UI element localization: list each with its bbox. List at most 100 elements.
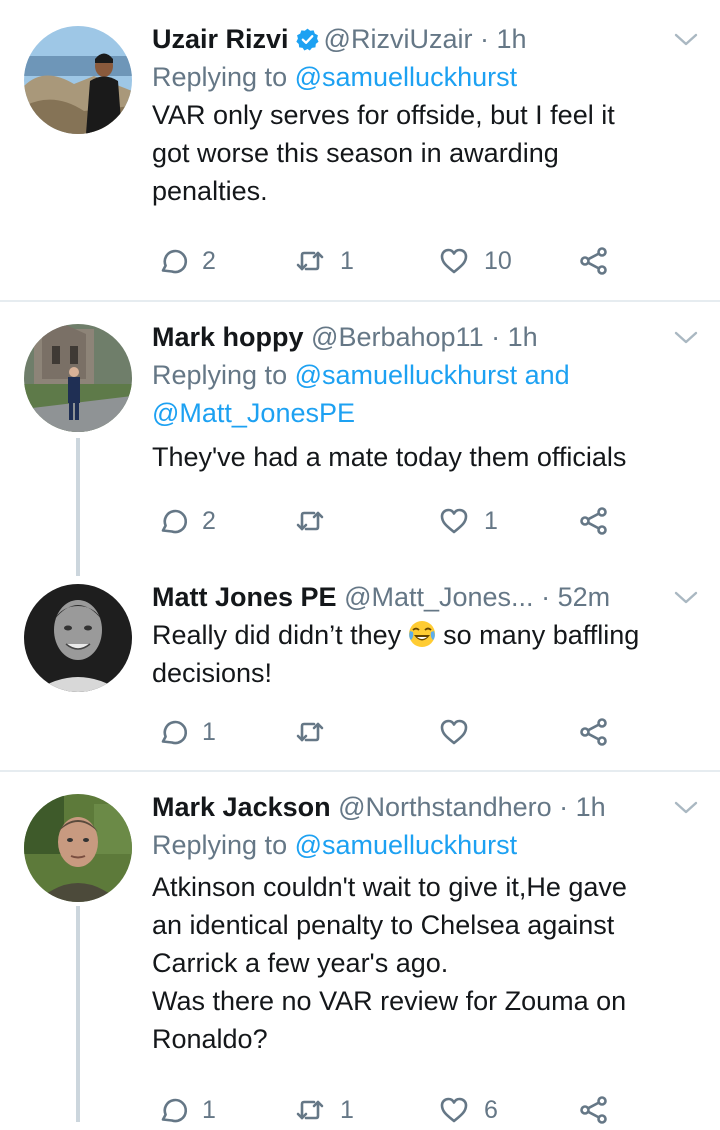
tweet-text-line: VAR only serves for offside, but I feel … — [152, 100, 615, 130]
avatar[interactable] — [24, 324, 132, 432]
tweet-text: They've had a mate today them officials — [152, 438, 700, 476]
tweet-text-line: an identical penalty to Chelsea against — [152, 910, 615, 940]
author-name[interactable]: Mark Jackson — [152, 792, 331, 822]
reply-icon — [156, 505, 188, 537]
retweet-icon — [294, 1094, 326, 1126]
mention-link[interactable]: @samuelluckhurst and — [295, 360, 570, 390]
heart-icon — [438, 505, 470, 537]
share-icon — [578, 505, 610, 537]
reply-count: 2 — [202, 506, 216, 535]
avatar[interactable] — [24, 794, 132, 902]
avatar[interactable] — [24, 26, 132, 134]
text-segment: so many baffling — [443, 620, 640, 650]
author-handle[interactable]: @Northstandhero — [338, 792, 552, 822]
retweet-button[interactable] — [294, 501, 340, 541]
separator-dot: · — [483, 322, 508, 352]
mention-link[interactable]: @samuelluckhurst — [295, 830, 518, 860]
chevron-down-icon[interactable] — [672, 584, 700, 612]
like-button[interactable]: 10 — [438, 241, 512, 281]
reply-button[interactable]: 1 — [156, 712, 216, 752]
tweet-actions: 2 1 — [152, 501, 622, 541]
author-name[interactable]: Matt Jones PE — [152, 582, 337, 612]
reply-icon — [156, 1094, 188, 1126]
reply-count: 1 — [202, 1095, 216, 1124]
retweet-button[interactable] — [294, 712, 340, 752]
tweet-actions: 2 1 10 — [152, 241, 622, 281]
tweet-text-line: They've had a mate today them officials — [152, 442, 627, 472]
tweet-text-line: got worse this season in awarding — [152, 138, 559, 168]
replying-prefix: Replying to — [152, 62, 288, 92]
replying-prefix: Replying to — [152, 830, 288, 860]
tweet-text: Really did didn’t they so many baffling d… — [152, 616, 700, 692]
reply-button[interactable]: 2 — [156, 241, 216, 281]
replying-to: Replying to @samuelluckhurst and — [152, 356, 700, 394]
separator-dot: · — [551, 792, 576, 822]
share-button[interactable] — [578, 1090, 610, 1130]
reply-count: 1 — [202, 717, 216, 746]
replying-to: Replying to @samuelluckhurst — [152, 826, 700, 864]
replying-to-continued: @Matt_JonesPE — [152, 394, 700, 432]
tweet-text-line: Atkinson couldn't wait to give it,He gav… — [152, 872, 627, 902]
share-button[interactable] — [578, 241, 610, 281]
like-button[interactable]: 1 — [438, 501, 498, 541]
share-icon — [578, 245, 610, 277]
tweet-text: Atkinson couldn't wait to give it,He gav… — [152, 868, 700, 1058]
replying-to: Replying to @samuelluckhurst — [152, 58, 700, 96]
chevron-down-icon[interactable] — [672, 26, 700, 54]
retweet-count: 1 — [340, 246, 354, 275]
mention-link[interactable]: @Matt_JonesPE — [152, 398, 355, 428]
like-button[interactable] — [438, 712, 484, 752]
timestamp[interactable]: 1h — [576, 792, 606, 822]
retweet-button[interactable]: 1 — [294, 241, 354, 281]
author-name[interactable]: Mark hoppy — [152, 322, 304, 352]
verified-badge-icon — [295, 28, 319, 51]
tweet[interactable]: Mark hoppy @Berbahop11 · 1h Replying to … — [0, 302, 720, 566]
author-name[interactable]: Uzair Rizvi — [152, 24, 289, 54]
avatar[interactable] — [24, 584, 132, 692]
tweet[interactable]: Matt Jones PE @Matt_Jones... · 52m Reall… — [0, 566, 720, 770]
like-button[interactable]: 6 — [438, 1090, 498, 1130]
heart-icon — [438, 245, 470, 277]
share-button[interactable] — [578, 712, 610, 752]
replying-prefix: Replying to — [152, 360, 288, 390]
tweet-text-line: Carrick a few year's ago. — [152, 948, 449, 978]
reply-icon — [156, 716, 188, 748]
tweet-text-line: penalties. — [152, 176, 268, 206]
share-icon — [578, 1094, 610, 1126]
face-with-tears-of-joy-icon — [409, 621, 436, 647]
retweet-count: 1 — [340, 1095, 354, 1124]
like-count: 6 — [484, 1095, 498, 1124]
share-icon — [578, 716, 610, 748]
reply-button[interactable]: 1 — [156, 1090, 216, 1130]
share-button[interactable] — [578, 501, 610, 541]
reply-button[interactable]: 2 — [156, 501, 216, 541]
timestamp[interactable]: 1h — [496, 24, 526, 54]
tweet-actions: 1 1 6 — [152, 1090, 622, 1130]
text-segment: Really did didn’t they — [152, 620, 402, 650]
author-handle[interactable]: @RizviUzair — [324, 24, 473, 54]
tweet-text-line: decisions! — [152, 658, 273, 688]
retweet-button[interactable]: 1 — [294, 1090, 354, 1130]
tweet-actions: 1 — [152, 712, 622, 752]
tweet[interactable]: Uzair Rizvi @RizviUzair · 1h Replying to … — [0, 0, 720, 300]
chevron-down-icon[interactable] — [672, 324, 700, 352]
mention-link[interactable]: @samuelluckhurst — [295, 62, 518, 92]
author-handle[interactable]: @Berbahop11 — [311, 322, 484, 352]
reply-icon — [156, 245, 188, 277]
like-count: 10 — [484, 246, 512, 275]
tweet-text: VAR only serves for offside, but I feel … — [152, 96, 700, 210]
reply-count: 2 — [202, 246, 216, 275]
author-handle[interactable]: @Matt_Jones... — [344, 582, 534, 612]
like-count: 1 — [484, 506, 498, 535]
chevron-down-icon[interactable] — [672, 794, 700, 822]
tweet-text-line: Ronaldo? — [152, 1024, 268, 1054]
heart-icon — [438, 1094, 470, 1126]
tweet-text-line: Was there no VAR review for Zouma on — [152, 986, 627, 1016]
tweet[interactable]: Mark Jackson @Northstandhero · 1h Replyi… — [0, 772, 720, 1122]
heart-icon — [438, 716, 470, 748]
retweet-icon — [294, 716, 326, 748]
retweet-icon — [294, 245, 326, 277]
separator-dot: · — [533, 582, 558, 612]
timestamp[interactable]: 52m — [558, 582, 611, 612]
timestamp[interactable]: 1h — [508, 322, 538, 352]
